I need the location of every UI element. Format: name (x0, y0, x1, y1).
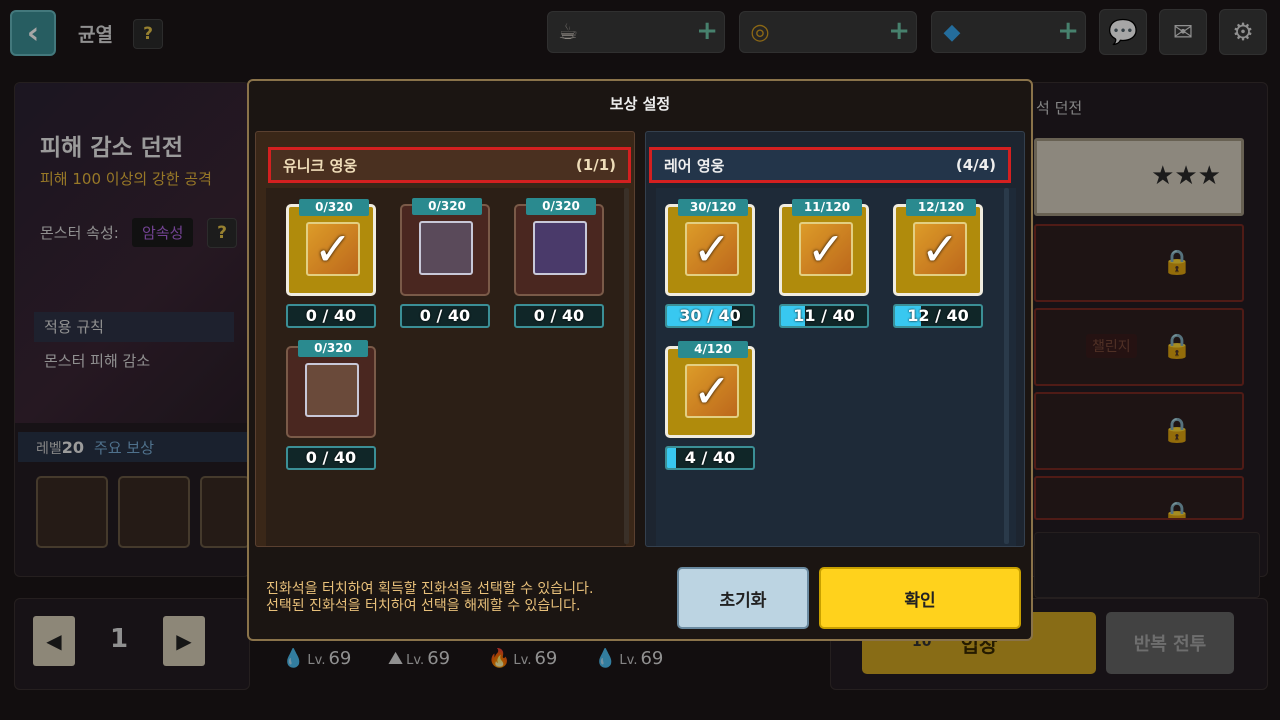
unique-hero-card[interactable]: 0/320 (514, 198, 604, 296)
unique-hero-column (255, 131, 635, 547)
rare-hero-card[interactable]: 4/120 ✓ (665, 341, 755, 438)
check-icon: ✓ (313, 222, 353, 276)
evolution-stone-count: 4/120 (678, 341, 748, 358)
unique-hero-card[interactable]: 0/320 (286, 340, 376, 438)
evolution-stone-count: 11/120 (792, 199, 862, 216)
rare-hero-count: (4/4) (955, 156, 996, 174)
rare-hero-column (645, 131, 1025, 547)
evolution-stone-count: 12/120 (906, 199, 976, 216)
rare-hero-progress: 11 / 40 (779, 304, 869, 328)
unique-hero-progress: 0 / 40 (400, 304, 490, 328)
help-line-1: 진화석을 터치하여 획득할 진화석을 선택할 수 있습니다. (266, 581, 594, 597)
rare-scrollbar[interactable] (1004, 188, 1009, 544)
check-icon: ✓ (692, 222, 732, 276)
hero-portrait (305, 363, 359, 417)
rare-hero-progress: 30 / 40 (665, 304, 755, 328)
rare-hero-card[interactable]: 30/120 ✓ (665, 199, 755, 296)
rare-hero-progress: 4 / 40 (665, 446, 755, 470)
evolution-stone-count: 0/320 (298, 340, 368, 357)
help-line-2: 선택된 진화석을 터치하여 선택을 해제할 수 있습니다. (266, 598, 581, 614)
unique-hero-label: 유니크 영웅 (283, 156, 358, 175)
modal-title: 보상 설정 (609, 95, 671, 113)
progress-text: 4 / 40 (684, 448, 736, 467)
hero-portrait (419, 221, 473, 275)
progress-text: 0 / 40 (419, 306, 471, 325)
rare-hero-header: 레어 영웅 (4/4) (649, 147, 1011, 183)
unique-hero-card[interactable]: 0/320 ✓ (286, 199, 376, 296)
evolution-stone-count: 0/320 (412, 198, 482, 215)
progress-text: 0 / 40 (305, 448, 357, 467)
evolution-stone-count: 30/120 (678, 199, 748, 216)
check-icon: ✓ (806, 222, 846, 276)
progress-text: 12 / 40 (907, 306, 969, 325)
progress-text: 30 / 40 (679, 306, 741, 325)
progress-text: 0 / 40 (533, 306, 585, 325)
reset-button[interactable]: 초기화 (677, 567, 809, 629)
check-icon: ✓ (692, 364, 732, 418)
unique-hero-header: 유니크 영웅 (1/1) (268, 147, 631, 183)
progress-text: 11 / 40 (793, 306, 855, 325)
unique-hero-card[interactable]: 0/320 (400, 198, 490, 296)
rare-hero-progress: 12 / 40 (893, 304, 983, 328)
rare-hero-card[interactable]: 12/120 ✓ (893, 199, 983, 296)
hero-portrait (533, 221, 587, 275)
evolution-stone-count: 0/320 (299, 199, 369, 216)
check-icon: ✓ (920, 222, 960, 276)
unique-hero-count: (1/1) (575, 156, 616, 174)
unique-scrollbar[interactable] (624, 188, 629, 544)
unique-hero-progress: 0 / 40 (514, 304, 604, 328)
progress-text: 0 / 40 (305, 306, 357, 325)
unique-hero-progress: 0 / 40 (286, 446, 376, 470)
rare-hero-label: 레어 영웅 (664, 156, 725, 175)
rare-hero-card[interactable]: 11/120 ✓ (779, 199, 869, 296)
confirm-button[interactable]: 확인 (819, 567, 1021, 629)
evolution-stone-count: 0/320 (526, 198, 596, 215)
help-text: 진화석을 터치하여 획득할 진화석을 선택할 수 있습니다. 선택된 진화석을 … (266, 581, 593, 615)
unique-hero-progress: 0 / 40 (286, 304, 376, 328)
